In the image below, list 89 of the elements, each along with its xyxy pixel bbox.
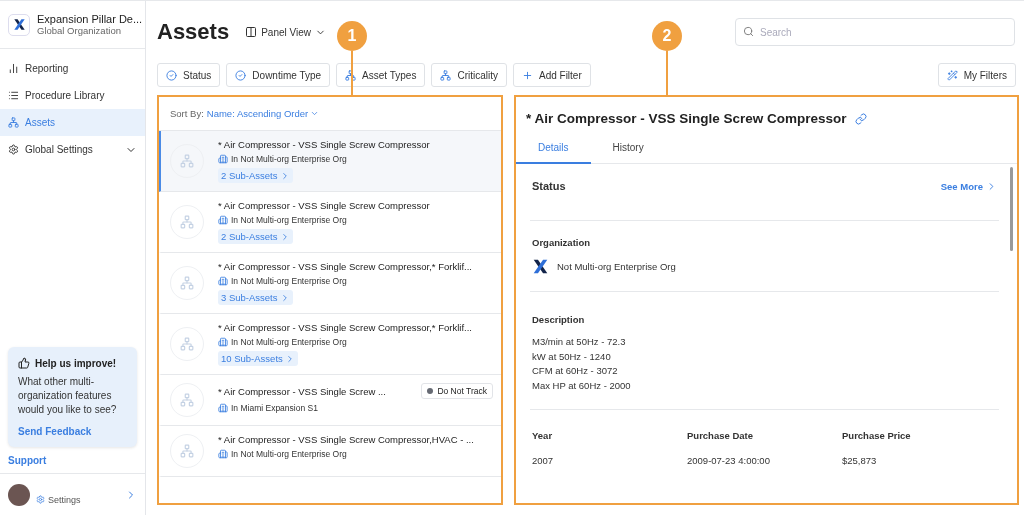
callout-badge: 2 [652,21,682,51]
asset-location: In Miami Expansion S1 [231,403,318,413]
section-label: Organization [532,237,592,248]
sub-assets-button[interactable]: 2 Sub-Assets [218,229,293,244]
building-icon [218,276,228,286]
filter-button[interactable]: Asset Types [336,63,426,87]
check-circle-icon [166,69,177,81]
sort-label: Sort By: [170,108,204,119]
building-icon [218,449,228,459]
asset-name: * Air Compressor - VSS Single Screw Compressor [218,139,430,150]
org-name: Expansion Pillar De... [37,13,143,25]
building-icon [218,403,228,413]
status-badge: Do Not Track [421,383,493,399]
nav-item[interactable]: Assets [0,109,145,136]
hierarchy-icon [180,337,194,351]
sub-assets-button[interactable]: 3 Sub-Assets [218,290,293,305]
asset-name: * Air Compressor - VSS Single Screw ... [218,385,386,397]
nav-item[interactable]: Reporting [0,55,145,82]
section-label: Description [532,314,586,325]
field-value: $25,873 [842,455,878,466]
page-title: Assets [157,19,230,45]
asset-location: In Not Multi-org Enterprise Org [231,449,347,459]
scrollbar-thumb[interactable] [1010,167,1013,251]
organization-name: Not Multi-org Enterprise Org [557,261,676,272]
support-link[interactable]: Support [0,455,145,473]
org-subtitle: Global Organization [37,25,122,36]
asset-location: In Not Multi-org Enterprise Org [231,154,347,164]
sub-assets-button[interactable]: 10 Sub-Assets [218,351,298,366]
field-label: Purchase Price [842,430,912,441]
field-label: Purchase Date [687,430,754,441]
hierarchy-icon [180,154,194,168]
description-text: M3/min at 50Hz - 72.3 kW at 50Hz - 1240 CFM at 60Hz - 3072 Max HP at 60Hz - 2000 [532,335,632,393]
hierarchy-icon [180,215,194,229]
hierarchy-icon [180,444,194,458]
x-logo-icon [532,258,549,275]
thumbs-up-icon [18,357,30,369]
asset-name: * Air Compressor - VSS Single Screw Compressor [218,200,430,211]
sort-dropdown[interactable]: Name: Ascending Order [206,108,320,119]
plus-icon [521,69,533,81]
settings-label[interactable]: Settings [48,494,81,505]
asset-location: In Not Multi-org Enterprise Org [231,215,347,225]
feedback-text: What other multi-organization features would you like to see? [18,375,118,417]
field-label: Year [532,430,554,441]
chevron-down-icon [310,109,320,118]
feedback-title: Help us improve! [35,357,117,369]
nav-item[interactable]: Global Settings [0,136,145,163]
nav-item[interactable]: Procedure Library [0,82,145,109]
settings-icon [36,495,45,504]
my-filters-button[interactable]: My Filters [937,63,1016,87]
field-value: 2009-07-23 4:00:00 [687,455,771,466]
view-switcher[interactable]: Panel View [245,26,326,38]
callout-badge: 1 [337,21,367,51]
asset-location: In Not Multi-org Enterprise Org [231,337,347,347]
asset-location: In Not Multi-org Enterprise Org [231,276,347,286]
filter-button[interactable]: Downtime Type [226,63,331,87]
avatar[interactable] [8,483,30,506]
hierarchy-icon [440,69,452,81]
list-icon [8,90,19,101]
building-icon [218,154,228,164]
building-icon [218,215,228,225]
link-icon[interactable] [854,112,867,125]
see-more-link[interactable]: See More [940,180,997,192]
hierarchy-icon [345,69,357,81]
building-icon [218,337,228,347]
filter-button[interactable]: Criticality [431,63,507,87]
hierarchy-icon [8,117,19,128]
asset-name: * Air Compressor - VSS Single Screw Compressor,* Forklif... [218,322,472,333]
asset-row[interactable]: * Air Compressor - VSS Single Screw Compressor In Not Multi-org Enterprise Org 2 Sub-Assets [159,131,501,192]
search-field[interactable]: Search [735,18,1015,46]
filter-button[interactable]: Add Filter [512,63,591,87]
tab[interactable]: Details [516,134,591,164]
hierarchy-icon [180,276,194,290]
filter-button[interactable]: Status [157,63,221,87]
sub-assets-button[interactable]: 2 Sub-Assets [218,168,293,183]
asset-name: * Air Compressor - VSS Single Screw Compressor,* Forklif... [218,261,472,272]
settings-icon [8,144,19,155]
tab[interactable]: History [590,134,666,164]
asset-title: * Air Compressor - VSS Single Screw Compressor [526,111,847,126]
x-logo-icon [12,18,26,31]
bar-chart-icon [8,63,19,74]
field-value: 2007 [532,455,555,466]
columns-icon [245,26,258,38]
check-circle-icon [235,69,247,81]
hierarchy-icon [180,393,194,407]
section-label: Status [532,180,566,192]
send-feedback-link[interactable]: Send Feedback [18,426,127,437]
asset-name: * Air Compressor - VSS Single Screw Compressor,HVAC - ... [218,434,474,445]
magic-wand-icon [946,69,958,81]
search-icon [743,26,754,37]
